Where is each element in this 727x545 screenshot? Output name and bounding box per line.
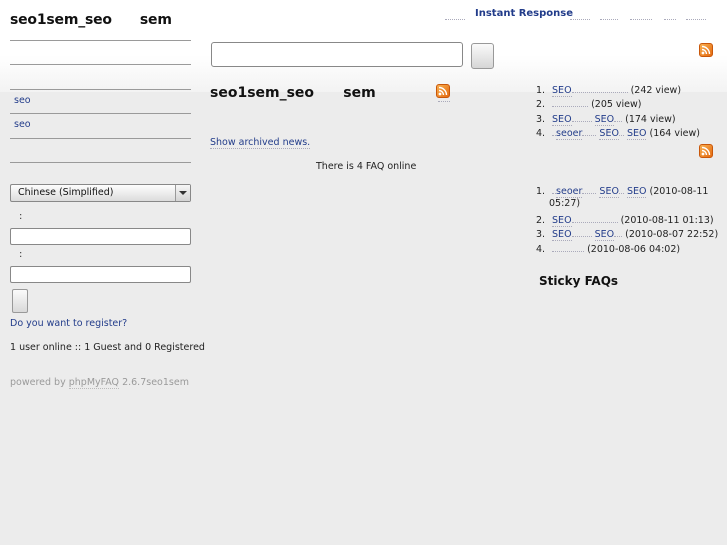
- faq-link-blank[interactable]: [582, 184, 597, 194]
- password-input[interactable]: [10, 266, 191, 283]
- password-label: :: [19, 249, 23, 260]
- register-link[interactable]: Do you want to register?: [10, 318, 127, 329]
- faq-link-blank[interactable]: [571, 83, 628, 93]
- divider: [10, 138, 191, 139]
- faq-link[interactable]: SEO: [626, 186, 647, 198]
- list-item: 1. SEO (242 view): [536, 83, 682, 97]
- faq-link-blank[interactable]: [618, 126, 624, 136]
- faq-link[interactable]: SEO: [552, 114, 572, 126]
- view-count: (242 view): [630, 85, 682, 96]
- list-number: 1.: [536, 85, 546, 96]
- archived-news-link[interactable]: Show archived news.: [210, 137, 311, 149]
- view-count: (164 view): [649, 128, 700, 139]
- divider: [10, 40, 191, 41]
- footer-powered: powered by: [10, 377, 66, 388]
- divider: [10, 162, 191, 163]
- view-count: (205 view): [591, 99, 642, 110]
- nav-item-blank[interactable]: [664, 10, 676, 20]
- list-item: 4. seoer SEO SEO (164 view): [536, 126, 700, 140]
- category-link[interactable]: seo: [14, 119, 31, 130]
- faq-link[interactable]: seoer: [556, 128, 583, 140]
- divider: [10, 89, 191, 90]
- faq-link-blank[interactable]: [571, 112, 592, 122]
- list-number: 2.: [536, 215, 546, 226]
- list-item: 3. SEO SEO (174 view): [536, 112, 676, 126]
- faq-link-blank[interactable]: [614, 112, 623, 122]
- list-number: 4.: [536, 128, 546, 139]
- post-date: (2010-08-11 01:13): [620, 215, 714, 226]
- site-title: seo1sem_seo sem: [10, 12, 172, 28]
- list-number: 4.: [536, 244, 546, 255]
- rss-icon[interactable]: [699, 43, 713, 57]
- faq-link[interactable]: SEO: [552, 215, 572, 227]
- nav-item-blank[interactable]: [570, 10, 590, 20]
- footer-product-link[interactable]: phpMyFAQ: [68, 377, 120, 389]
- search-button[interactable]: [471, 43, 494, 69]
- faq-link[interactable]: SEO: [552, 85, 572, 97]
- news-title: seo1sem_seo sem: [210, 85, 376, 101]
- faq-link[interactable]: SEO: [599, 128, 619, 140]
- sticky-faqs-heading: Sticky FAQs: [539, 274, 619, 288]
- faq-link[interactable]: SEO: [594, 114, 615, 126]
- list-number: 3.: [536, 114, 546, 125]
- language-select[interactable]: Chinese (Simplified): [10, 184, 191, 202]
- username-label: :: [19, 211, 23, 222]
- faq-link[interactable]: SEO: [594, 229, 615, 241]
- faq-online-count: There is 4 FAQ online: [316, 161, 417, 172]
- post-date: (2010-08-11: [649, 186, 709, 197]
- list-item: 2. (205 view): [536, 97, 642, 110]
- nav-item-blank[interactable]: [600, 10, 618, 20]
- faq-link-blank[interactable]: [571, 227, 592, 237]
- list-number: 3.: [536, 229, 546, 240]
- category-link[interactable]: seo: [14, 95, 31, 106]
- faq-link-blank[interactable]: [571, 213, 618, 223]
- footer: powered by phpMyFAQ 2.6.7seo1sem: [10, 377, 189, 389]
- divider: [10, 113, 191, 114]
- faq-link[interactable]: SEO: [552, 229, 572, 241]
- faq-link-blank[interactable]: [618, 184, 624, 194]
- username-input[interactable]: [10, 228, 191, 245]
- search-input[interactable]: [211, 42, 463, 67]
- footer-version: 2.6.7seo1sem: [122, 377, 189, 388]
- date-continuation: 05:27): [549, 198, 581, 209]
- nav-item-blank[interactable]: [686, 10, 706, 20]
- list-number: 2.: [536, 99, 546, 110]
- rss-underline: [438, 101, 450, 102]
- faq-link-blank[interactable]: [582, 126, 597, 136]
- faq-link[interactable]: SEO: [599, 186, 619, 198]
- faq-link-blank[interactable]: [552, 242, 585, 252]
- rss-icon[interactable]: [699, 144, 713, 158]
- faq-link-blank[interactable]: [552, 97, 589, 107]
- nav-item-blank[interactable]: [630, 10, 652, 20]
- faq-link[interactable]: seoer: [556, 186, 583, 198]
- nav-item-blank[interactable]: [445, 10, 465, 20]
- list-item: 4. (2010-08-06 04:02): [536, 242, 680, 255]
- login-button[interactable]: [12, 289, 28, 313]
- faq-link-blank[interactable]: [614, 227, 623, 237]
- faq-link[interactable]: SEO: [626, 128, 647, 140]
- view-count: (174 view): [625, 114, 676, 125]
- rss-icon[interactable]: [436, 84, 450, 98]
- chevron-down-icon: [175, 185, 190, 201]
- online-status: 1 user online :: 1 Guest and 0 Registere…: [10, 342, 205, 353]
- list-item: 3. SEO SEO (2010-08-07 22:52): [536, 227, 719, 241]
- list-number: 1.: [536, 186, 546, 197]
- divider: [10, 64, 191, 65]
- language-selected: Chinese (Simplified): [18, 187, 114, 198]
- post-date: (2010-08-07 22:52): [625, 229, 719, 240]
- post-date: (2010-08-06 04:02): [587, 244, 681, 255]
- list-item: 1. seoer SEO SEO (2010-08-11: [536, 184, 709, 198]
- nav-instant-response[interactable]: Instant Response: [475, 8, 573, 19]
- list-item: 2. SEO (2010-08-11 01:13): [536, 213, 714, 227]
